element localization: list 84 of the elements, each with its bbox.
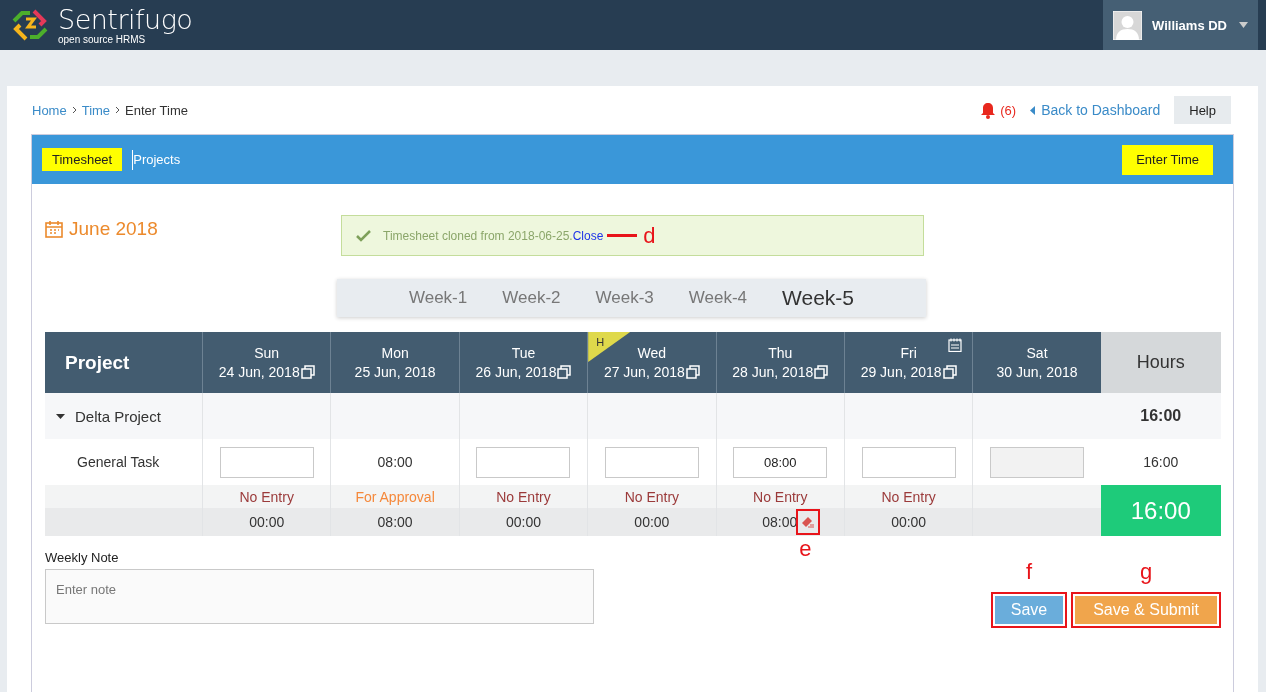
project-total: 16:00 <box>1140 407 1182 425</box>
leader-line <box>607 234 638 237</box>
day-date: 25 Jun, 2018 <box>354 362 436 381</box>
eraser-icon[interactable] <box>798 511 819 533</box>
week-tab[interactable]: Week-2 <box>502 288 561 308</box>
project-header: Project <box>45 332 202 393</box>
status-label: For Approval <box>355 488 435 505</box>
day-name: Sat <box>1026 344 1048 363</box>
note-field[interactable]: Enter note <box>45 569 594 624</box>
day-name: Tue <box>511 344 536 363</box>
enter-time-button[interactable]: Enter Time <box>1122 144 1213 175</box>
save-button[interactable]: Save <box>994 596 1064 624</box>
calendar-icon <box>45 220 63 238</box>
status-label: No Entry <box>881 488 936 505</box>
day-date: 29 Jun, 2018 <box>860 362 942 381</box>
checkmark-icon <box>356 229 371 242</box>
hours-input[interactable] <box>861 446 956 478</box>
hours-header: Hours <box>1100 332 1221 393</box>
avatar-icon <box>1113 10 1142 40</box>
day-total: 08:00 <box>762 514 798 530</box>
hours-input[interactable]: 08:00 <box>733 446 828 478</box>
day-total: 00:00 <box>891 514 927 530</box>
day-date: 30 Jun, 2018 <box>996 362 1078 381</box>
close-link[interactable]: Close <box>572 228 604 243</box>
copy-icon[interactable] <box>942 364 957 379</box>
day-name: Fri <box>900 344 917 363</box>
day-total: 08:00 <box>377 514 413 530</box>
day-name: Mon <box>381 344 409 363</box>
day-total: 00:00 <box>634 514 670 530</box>
chevron-icon <box>71 106 77 114</box>
breadcrumb-current: Enter Time <box>125 102 188 118</box>
hours-input[interactable] <box>219 446 314 478</box>
annotation-label: d <box>643 224 656 247</box>
day-date: 26 Jun, 2018 <box>475 362 557 381</box>
status-label: No Entry <box>496 488 551 505</box>
status-label: No Entry <box>753 488 808 505</box>
task-name: General Task <box>77 454 160 470</box>
status-label: No Entry <box>624 488 680 505</box>
breadcrumb-link[interactable]: Home <box>32 102 67 118</box>
annotation-label: g <box>1139 561 1153 583</box>
caret-icon <box>1239 22 1248 28</box>
alert-message: Timesheet cloned from 2018-06-25.Close d <box>383 224 656 247</box>
day-name: Sun <box>254 344 280 363</box>
notifications-link[interactable]: (6) <box>980 101 1017 119</box>
hours-input[interactable] <box>604 446 699 478</box>
grand-total: 16:00 <box>1100 485 1221 536</box>
day-date: 28 Jun, 2018 <box>732 362 814 381</box>
week-tab[interactable]: Week-3 <box>595 288 654 308</box>
day-date: 24 Jun, 2018 <box>218 362 300 381</box>
day-date: 27 Jun, 2018 <box>603 362 685 381</box>
day-name: Thu <box>768 344 793 363</box>
copy-icon[interactable] <box>814 364 829 379</box>
caret-left-icon <box>1030 105 1036 115</box>
month-title: June 2018 <box>45 218 341 240</box>
chevron-icon <box>115 106 121 114</box>
user-menu[interactable]: Williams DD <box>1103 0 1258 50</box>
bell-icon <box>980 101 997 119</box>
task-total: 16:00 <box>1143 454 1179 470</box>
day-total: 00:00 <box>505 514 541 530</box>
caret-icon[interactable] <box>56 411 65 421</box>
notepad-icon[interactable] <box>948 338 963 352</box>
project-name: Delta Project <box>75 407 161 425</box>
logo-subtitle: open source HRMS <box>58 34 146 45</box>
hours-input[interactable] <box>476 446 571 478</box>
status-label: No Entry <box>239 488 294 505</box>
annotation-label: e <box>799 538 812 560</box>
hours-value: 08:00 <box>377 454 413 470</box>
week-tab[interactable]: Week-1 <box>408 288 468 308</box>
submit-button[interactable]: Save & Submit <box>1075 596 1217 624</box>
week-tab[interactable]: Week-5 <box>782 286 854 310</box>
day-name: Wed <box>637 344 667 363</box>
copy-icon[interactable] <box>557 364 572 379</box>
day-total: 00:00 <box>249 514 285 530</box>
note-label: Weekly Note <box>45 550 120 565</box>
nav-tab[interactable]: Projects <box>123 148 191 171</box>
holiday-marker: H <box>588 332 631 362</box>
annotation-label: f <box>1025 561 1032 583</box>
help-button[interactable]: Help <box>1174 96 1231 124</box>
back-link[interactable]: Back to Dashboard <box>1030 102 1161 118</box>
breadcrumb-link[interactable]: Time <box>81 102 111 118</box>
nav-tab[interactable]: Timesheet <box>42 148 123 171</box>
week-tab[interactable]: Week-4 <box>688 288 748 308</box>
copy-icon[interactable] <box>685 364 700 379</box>
copy-icon[interactable] <box>300 364 315 379</box>
